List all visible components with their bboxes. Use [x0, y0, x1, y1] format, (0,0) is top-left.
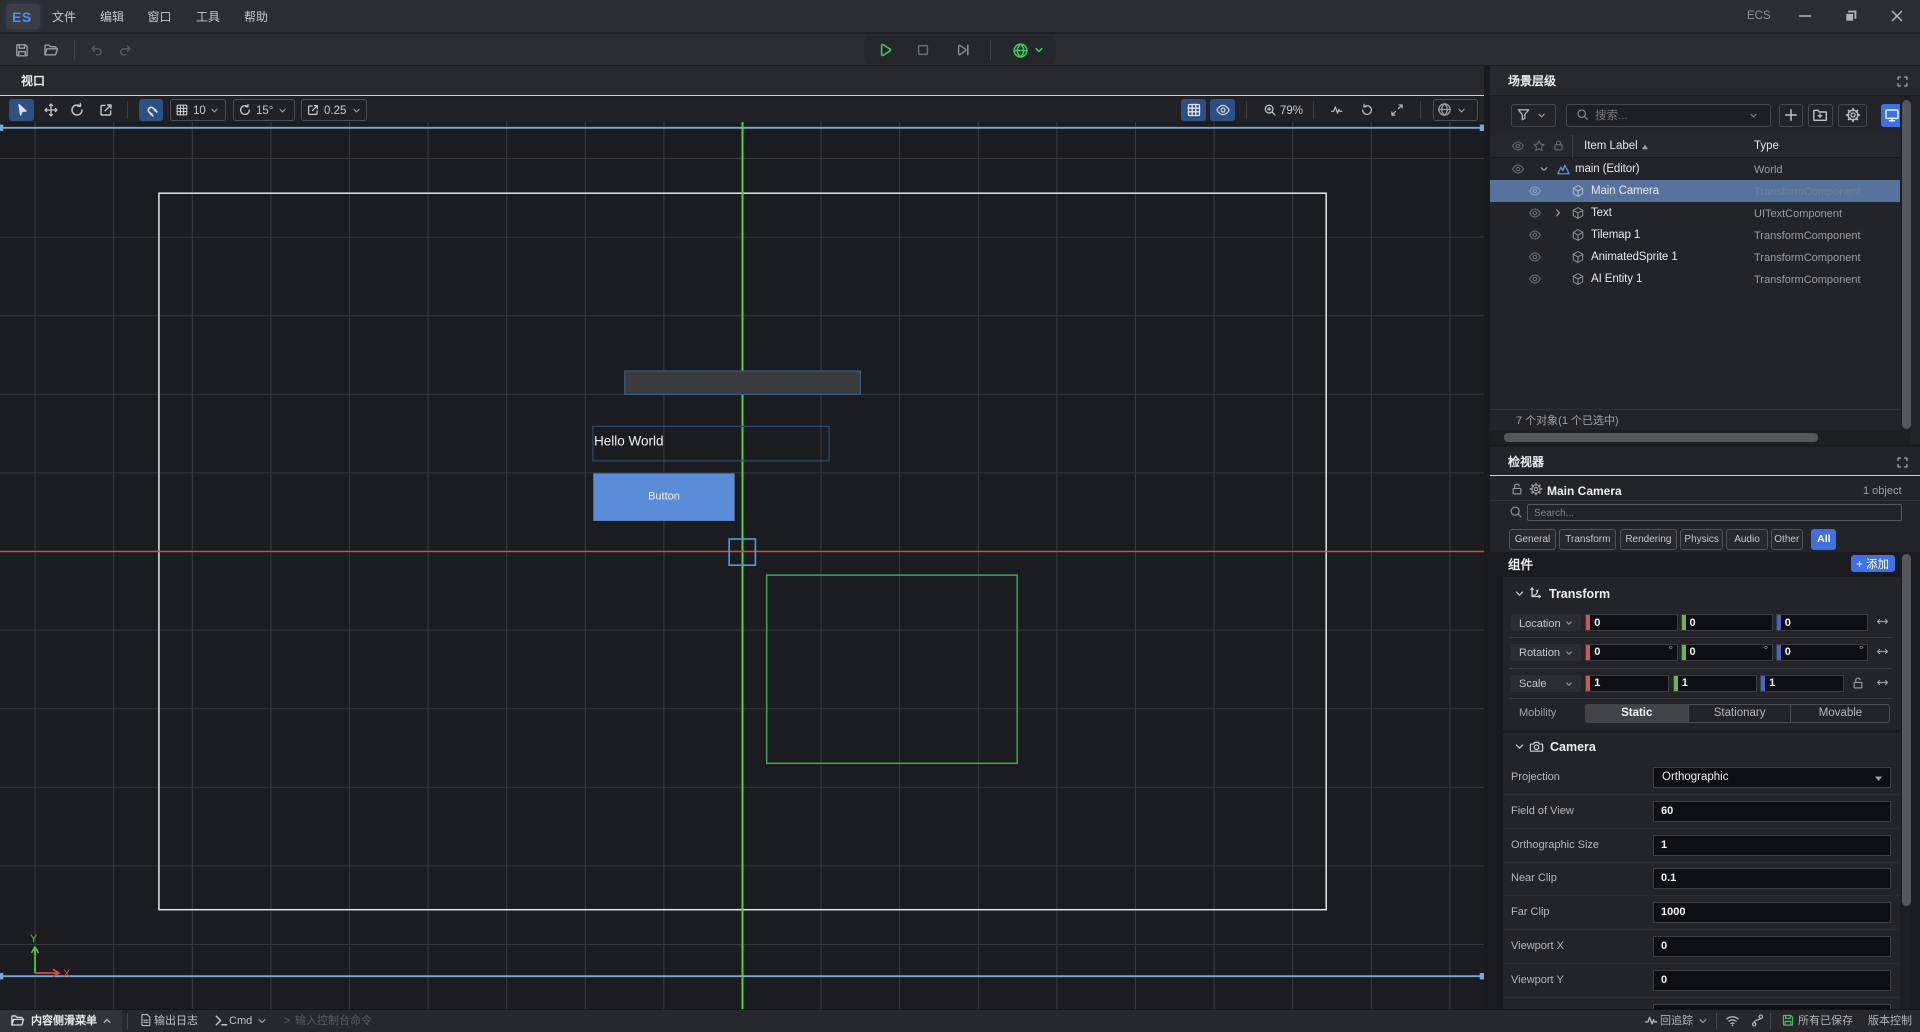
svg-text:X: X — [63, 968, 71, 980]
svg-text:Y: Y — [30, 933, 38, 945]
svg-text:Hello World: Hello World — [594, 434, 664, 449]
svg-text:Button: Button — [648, 491, 680, 503]
